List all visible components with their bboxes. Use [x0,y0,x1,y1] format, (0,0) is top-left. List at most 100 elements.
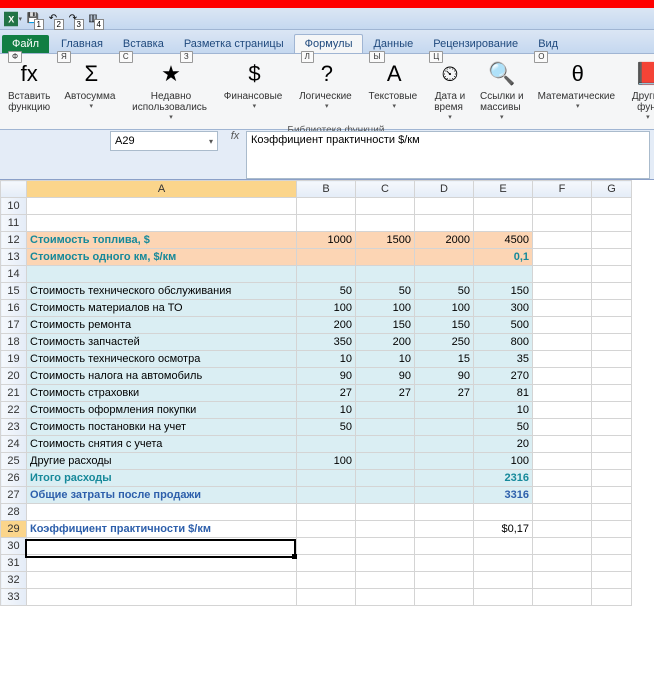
qat-save-button[interactable]: 💾1 [24,10,42,28]
cell[interactable]: $0,17 [474,521,533,538]
cell[interactable]: 200 [356,334,415,351]
ribbon-button[interactable]: 🔍Ссылки и массивы ▾ [476,56,528,123]
row-header[interactable]: 19 [1,351,27,368]
row-header[interactable]: 28 [1,504,27,521]
qat-redo-button[interactable]: ↷3 [64,10,82,28]
cell[interactable] [356,487,415,504]
ribbon-button[interactable]: ★Недавно использовались ▾ [128,56,214,123]
cell[interactable] [533,436,592,453]
cell[interactable]: 20 [474,436,533,453]
cell[interactable] [415,504,474,521]
tab-home[interactable]: ГлавнаяЯ [51,35,113,53]
cell[interactable] [356,436,415,453]
cell[interactable]: 10 [297,402,356,419]
cell[interactable] [297,470,356,487]
qat-customize-button[interactable]: ▥4 [84,10,102,28]
cell[interactable] [533,572,592,589]
cell[interactable]: 10 [297,351,356,368]
row-header[interactable]: 24 [1,436,27,453]
cell[interactable]: Коэффициент практичности $/км [27,521,297,538]
cell[interactable] [356,538,415,555]
cell[interactable] [356,402,415,419]
cell[interactable] [415,589,474,606]
cell[interactable] [592,283,632,300]
cell[interactable] [415,521,474,538]
cell[interactable] [533,334,592,351]
cell[interactable] [27,572,297,589]
cell[interactable] [474,555,533,572]
row-header[interactable]: 22 [1,402,27,419]
column-header[interactable]: G [592,181,632,198]
cell[interactable] [356,215,415,232]
cell[interactable] [356,453,415,470]
cell[interactable] [474,266,533,283]
cell[interactable] [533,521,592,538]
cell[interactable] [356,266,415,283]
cell[interactable] [533,402,592,419]
ribbon-button[interactable]: AТекстовые ▾ [365,56,424,123]
cell[interactable] [592,504,632,521]
column-header[interactable]: B [297,181,356,198]
cell[interactable]: 150 [356,317,415,334]
cell[interactable]: Стоимость ремонта [27,317,297,334]
cell[interactable]: 100 [415,300,474,317]
row-header[interactable]: 11 [1,215,27,232]
column-header[interactable]: E [474,181,533,198]
cell[interactable] [356,555,415,572]
cell[interactable] [27,198,297,215]
cell[interactable] [533,249,592,266]
cell[interactable] [356,419,415,436]
cell[interactable] [415,198,474,215]
cell[interactable] [592,317,632,334]
cell[interactable]: Стоимость снятия с учета [27,436,297,453]
cell[interactable] [356,572,415,589]
cell[interactable] [592,198,632,215]
cell[interactable]: 27 [415,385,474,402]
cell[interactable]: Стоимость материалов на ТО [27,300,297,317]
cell[interactable]: 100 [297,300,356,317]
cell[interactable]: Стоимость страховки [27,385,297,402]
cell[interactable] [533,368,592,385]
ribbon-button[interactable]: θМатематические ▾ [534,56,622,123]
cell[interactable] [297,215,356,232]
cell[interactable] [533,300,592,317]
cell[interactable]: 27 [297,385,356,402]
cell[interactable]: Стоимость запчастей [27,334,297,351]
cell[interactable]: 81 [474,385,533,402]
cell[interactable]: 150 [474,283,533,300]
cell[interactable]: Стоимость технического осмотра [27,351,297,368]
cell[interactable]: 100 [297,453,356,470]
cell[interactable] [533,453,592,470]
cell[interactable] [27,555,297,572]
tab-file[interactable]: ФайлФ [2,35,49,53]
cell[interactable] [415,402,474,419]
cell[interactable] [533,589,592,606]
ribbon-button[interactable]: ⏲Дата и время ▾ [430,56,470,123]
cell[interactable]: 15 [415,351,474,368]
cell[interactable] [297,249,356,266]
formula-bar[interactable]: Коэффициент практичности $/км [246,131,650,179]
cell[interactable] [415,470,474,487]
row-header[interactable]: 16 [1,300,27,317]
cell[interactable]: 100 [474,453,533,470]
row-header[interactable]: 26 [1,470,27,487]
row-header[interactable]: 30 [1,538,27,555]
cell[interactable]: 10 [474,402,533,419]
cell[interactable] [592,351,632,368]
cell[interactable]: 250 [415,334,474,351]
cell[interactable]: 50 [415,283,474,300]
cell[interactable]: 200 [297,317,356,334]
cell[interactable] [27,538,297,555]
cell[interactable] [297,487,356,504]
cell[interactable]: 3316 [474,487,533,504]
cell[interactable] [356,589,415,606]
ribbon-button[interactable]: fxВставить функцию [4,56,54,123]
cell[interactable] [592,215,632,232]
row-header[interactable]: 17 [1,317,27,334]
cell[interactable]: 350 [297,334,356,351]
tab-review[interactable]: РецензированиеЦ [423,35,528,53]
cell[interactable] [592,538,632,555]
cell[interactable]: 27 [356,385,415,402]
cell[interactable]: Общие затраты после продажи [27,487,297,504]
cell[interactable] [592,300,632,317]
